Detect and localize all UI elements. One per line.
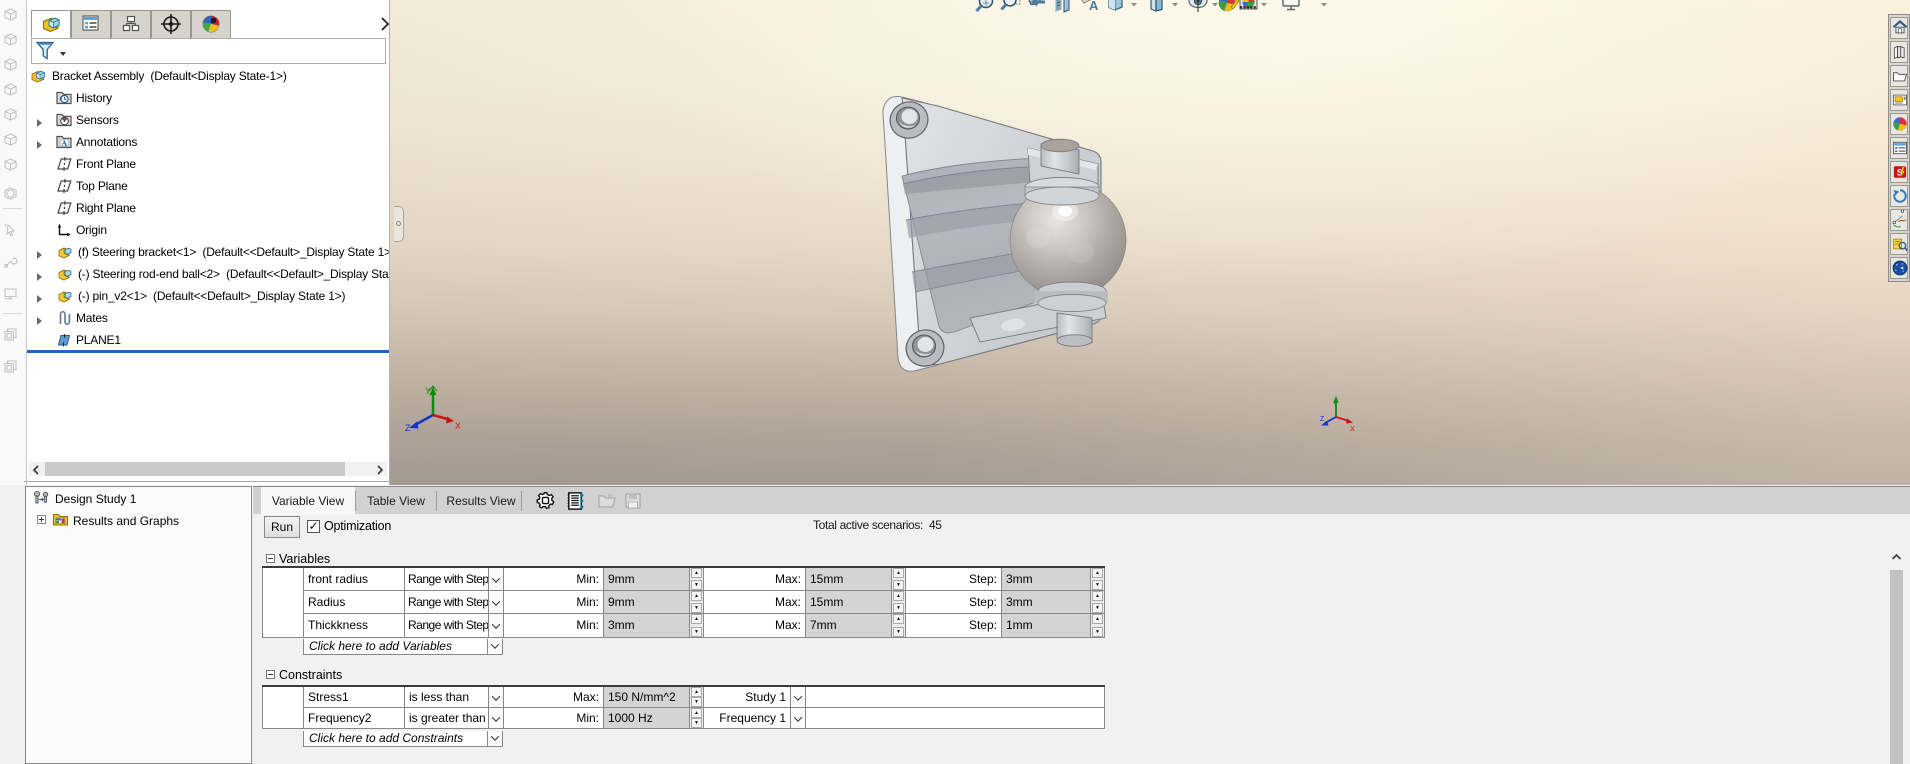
svg-text:A: A — [1089, 0, 1099, 13]
svg-text:X: X — [1350, 426, 1355, 433]
svg-text:Z: Z — [1320, 416, 1325, 423]
svg-text:A: A — [61, 139, 67, 148]
svg-text:Y: Y — [425, 386, 431, 396]
svg-text:Z: Z — [405, 423, 411, 433]
svg-text:Y: Y — [1333, 402, 1338, 409]
svg-text:X: X — [455, 421, 460, 431]
